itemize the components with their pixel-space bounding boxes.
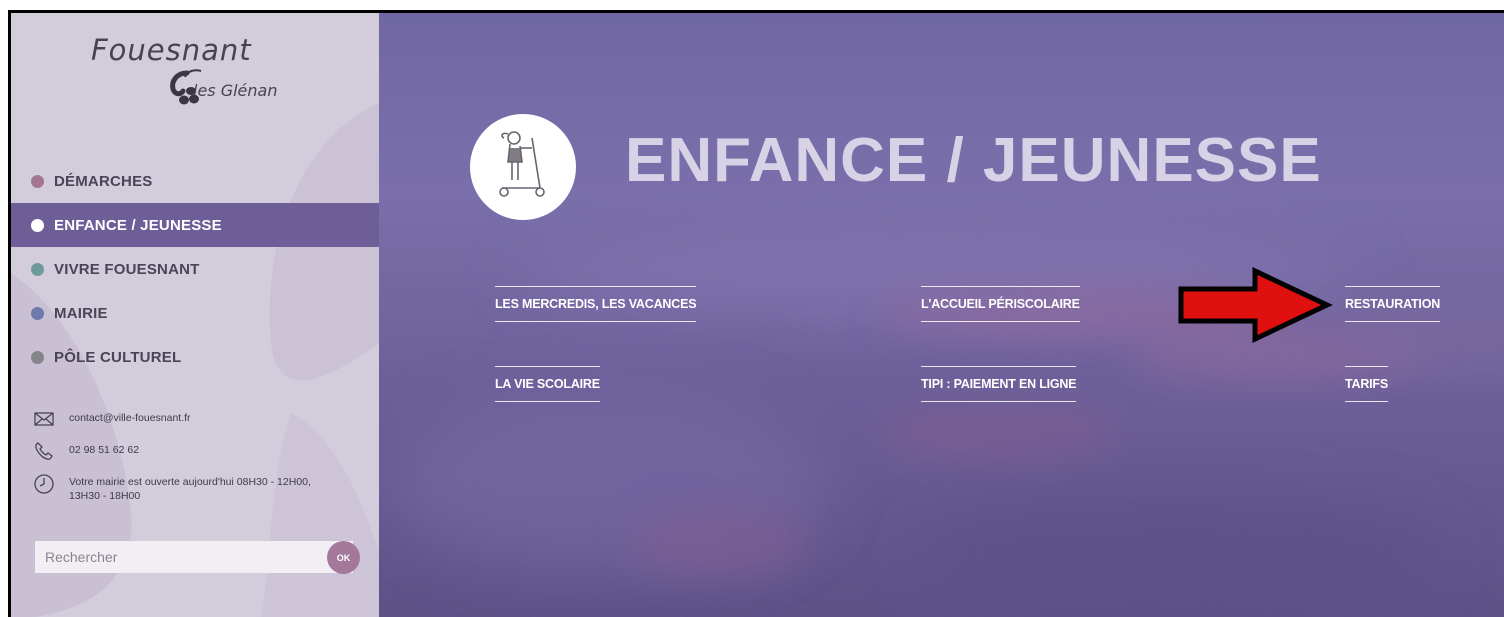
- child-scooter-icon: [499, 131, 545, 197]
- nav-item-pole-culturel[interactable]: PÔLE CULTUREL: [11, 335, 379, 379]
- nav-dot-icon: [31, 262, 44, 276]
- nav-dot-icon: [31, 350, 44, 364]
- nav-item-label: PÔLE CULTUREL: [54, 348, 182, 366]
- contact-hours-row: Votre mairie est ouverte aujourd'hui 08H…: [33, 473, 363, 503]
- hero-section: ENFANCE / JEUNESSE LES MERCREDIS, LES VA…: [379, 13, 1504, 617]
- search-submit-button[interactable]: OK: [327, 541, 360, 574]
- nav-item-vivre-fouesnant[interactable]: VIVRE FOUESNANT: [11, 247, 379, 291]
- nav-item-demarches[interactable]: DÉMARCHES: [11, 159, 379, 203]
- contact-hours: Votre mairie est ouverte aujourd'hui 08H…: [69, 476, 311, 502]
- logo-name: Fouesnant: [91, 33, 252, 67]
- link-tipi-paiement[interactable]: TIPI : PAIEMENT EN LIGNE: [921, 366, 1077, 402]
- clock-icon: [34, 474, 54, 494]
- nav-item-label: MAIRIE: [54, 304, 108, 322]
- logo[interactable]: Fouesnant les Glénan: [91, 29, 311, 129]
- logo-subtitle: les Glénan: [193, 81, 278, 100]
- contact-email[interactable]: contact@ville-fouesnant.fr: [69, 409, 191, 425]
- contact-phone[interactable]: 02 98 51 62 62: [69, 441, 139, 457]
- search-input[interactable]: [35, 541, 321, 573]
- envelope-icon: [34, 412, 54, 426]
- nav-dot-icon: [31, 218, 44, 232]
- nav-item-enfance-jeunesse[interactable]: ENFANCE / JEUNESSE: [11, 203, 379, 247]
- sidebar: Fouesnant les Glénan DÉMARCHES ENFANCE /…: [11, 13, 379, 617]
- nav-item-label: ENFANCE / JEUNESSE: [54, 216, 222, 234]
- red-arrow-icon: [1178, 267, 1333, 343]
- nav-item-mairie[interactable]: MAIRIE: [11, 291, 379, 335]
- nav-dot-icon: [31, 306, 44, 320]
- browser-viewport: Fouesnant les Glénan DÉMARCHES ENFANCE /…: [8, 10, 1504, 617]
- main-nav: DÉMARCHES ENFANCE / JEUNESSE VIVRE FOUES…: [11, 159, 379, 379]
- search-form: OK: [35, 541, 360, 574]
- link-tarifs[interactable]: TARIFS: [1345, 366, 1388, 402]
- category-badge: [470, 114, 576, 220]
- nav-dot-icon: [31, 174, 44, 188]
- contact-info: contact@ville-fouesnant.fr 02 98 51 62 6…: [33, 409, 363, 515]
- link-vie-scolaire[interactable]: LA VIE SCOLAIRE: [495, 366, 600, 402]
- link-mercredis-vacances[interactable]: LES MERCREDIS, LES VACANCES: [495, 286, 697, 322]
- contact-phone-row[interactable]: 02 98 51 62 62: [33, 441, 363, 461]
- link-accueil-periscolaire[interactable]: L'ACCUEIL PÉRISCOLAIRE: [921, 286, 1080, 322]
- contact-email-row[interactable]: contact@ville-fouesnant.fr: [33, 409, 363, 429]
- link-restauration[interactable]: RESTAURATION: [1345, 286, 1440, 322]
- phone-icon: [35, 442, 53, 460]
- nav-item-label: DÉMARCHES: [54, 172, 153, 190]
- page-title: ENFANCE / JEUNESSE: [625, 126, 1322, 195]
- logo-mark-icon: [170, 69, 202, 105]
- nav-item-label: VIVRE FOUESNANT: [54, 260, 200, 278]
